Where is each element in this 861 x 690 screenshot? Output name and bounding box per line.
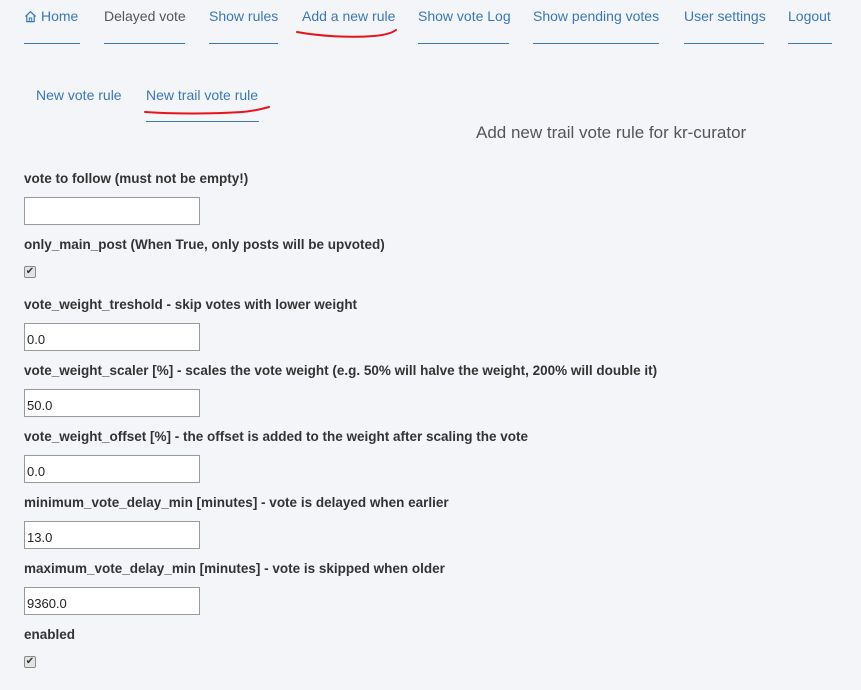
tab-active-underline [146,121,259,122]
maximum-vote-delay-label: maximum_vote_delay_min [minutes] - vote … [24,561,445,576]
vote-weight-treshold-input[interactable] [24,323,200,351]
tab-new-vote-rule[interactable]: New vote rule [36,87,122,103]
top-navigation: Home Delayed vote Show rules Add a new r… [0,0,861,60]
vote-weight-offset-input[interactable] [24,455,200,483]
nav-add-rule[interactable]: Add a new rule [302,8,395,24]
check-icon: ✔ [25,266,35,277]
nav-home-underline [24,43,80,44]
vote-to-follow-label: vote to follow (must not be empty!) [24,171,249,186]
tab-new-trail-vote-rule[interactable]: New trail vote rule [146,87,258,103]
vote-weight-offset-label: vote_weight_offset [%] - the offset is a… [24,429,529,444]
home-icon [24,10,37,23]
nav-home[interactable]: Home [24,8,78,24]
nav-pending-votes-underline [533,43,659,44]
nav-logout[interactable]: Logout [788,8,831,24]
check-icon: ✔ [25,656,35,667]
vote-weight-scaler-label: vote_weight_scaler [%] - scales the vote… [24,363,658,378]
nav-delayed-vote-underline [104,43,185,44]
minimum-vote-delay-input[interactable] [24,521,200,549]
minimum-vote-delay-label: minimum_vote_delay_min [minutes] - vote … [24,495,449,510]
red-annotation-underline [296,29,397,38]
nav-delayed-vote[interactable]: Delayed vote [104,8,186,24]
nav-logout-underline [788,43,832,44]
only-main-post-label: only_main_post (When True, only posts wi… [24,237,385,252]
nav-show-rules[interactable]: Show rules [209,8,278,24]
nav-vote-log-underline [418,43,509,44]
vote-weight-scaler-input[interactable] [24,389,200,417]
nav-show-rules-underline [209,43,278,44]
nav-vote-log[interactable]: Show vote Log [418,8,511,24]
enabled-checkbox[interactable]: ✔ [24,656,36,668]
maximum-vote-delay-input[interactable] [24,587,200,615]
nav-pending-votes[interactable]: Show pending votes [533,8,659,24]
red-annotation-underline-tab [144,106,270,115]
nav-user-settings-underline [684,43,764,44]
vote-weight-treshold-label: vote_weight_treshold - skip votes with l… [24,297,358,312]
nav-user-settings[interactable]: User settings [684,8,766,24]
page-title: Add new trail vote rule for kr-curator [476,123,747,142]
vote-to-follow-input[interactable] [24,197,200,225]
only-main-post-checkbox[interactable]: ✔ [24,266,36,278]
nav-home-label: Home [41,8,79,24]
enabled-label: enabled [24,627,76,642]
